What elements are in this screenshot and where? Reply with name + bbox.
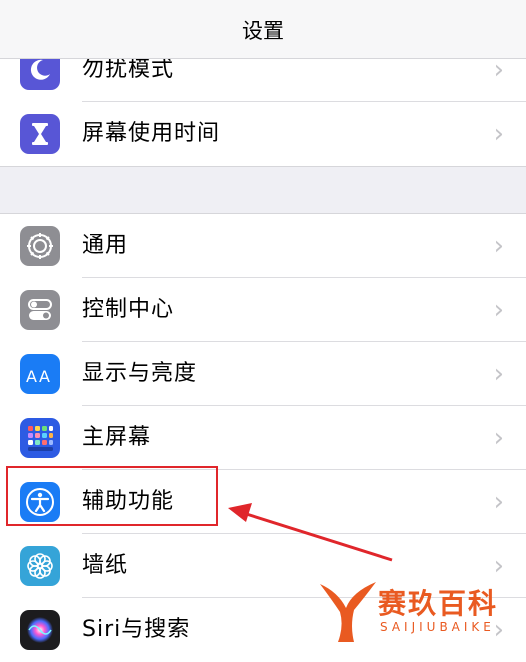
- whale-tail-logo-icon: [320, 582, 376, 642]
- watermark-text: 赛玖百科: [378, 587, 499, 620]
- watermark-logo: 赛玖百科 SAIJIUBAIKE: [318, 578, 518, 648]
- watermark-subtext: SAIJIUBAIKE: [380, 620, 495, 634]
- annotation-arrow-icon: [228, 503, 393, 562]
